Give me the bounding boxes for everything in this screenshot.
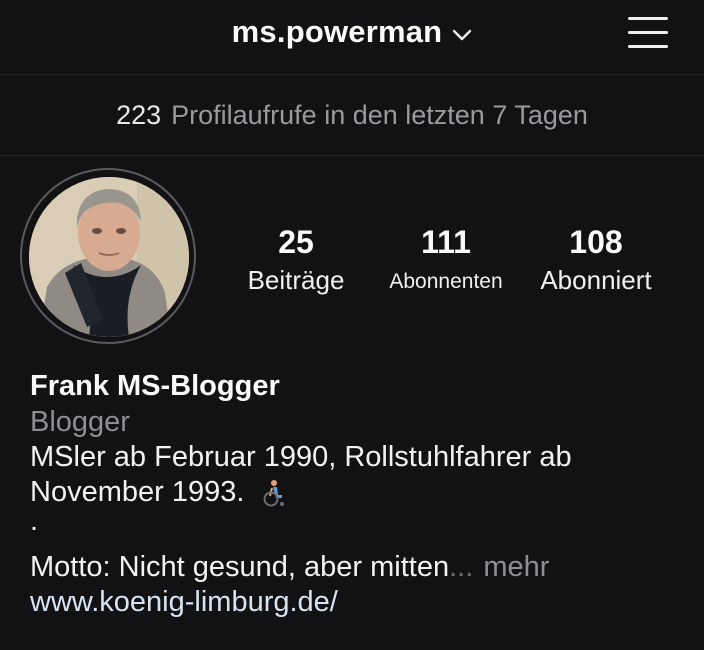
following-stat[interactable]: 108 Abonniert [528, 224, 664, 296]
bio-ellipsis: ... [449, 551, 474, 583]
display-name: Frank MS-Blogger [30, 370, 280, 402]
profile-category: Blogger [30, 406, 130, 438]
bio-dot: . [30, 505, 39, 537]
bio-text: MSler ab Februar 1990, Rollstuhlfahrer a… [30, 440, 690, 510]
hamburger-menu-icon[interactable] [628, 15, 670, 51]
posts-label: Beiträge [247, 265, 345, 295]
avatar[interactable] [29, 177, 189, 337]
following-count: 108 [569, 224, 623, 260]
chevron-down-icon[interactable] [452, 28, 472, 42]
followers-stat[interactable]: 111 Abonnenten [376, 224, 516, 294]
wheelchair-person-icon [263, 480, 285, 507]
following-label: Abonniert [540, 265, 652, 295]
account-switcher[interactable]: ms.powerman [0, 14, 704, 50]
website-link[interactable]: www.koenig-limburg.de/ [30, 585, 690, 620]
posts-count: 25 [278, 224, 314, 260]
followers-count: 111 [421, 224, 471, 260]
motto-text: Motto: Nicht gesund, aber mitten [30, 551, 450, 583]
username[interactable]: ms.powerman [232, 14, 443, 50]
profile-insights-banner[interactable]: 223 Profilaufrufe in den letzten 7 Tagen [0, 75, 704, 156]
bio-line-1: MSler ab Februar 1990, Rollstuhlfahrer a… [30, 441, 572, 473]
profile-bio: Frank MS-Blogger Blogger MSler ab Februa… [30, 368, 690, 620]
bio-line-2: November 1993. [30, 476, 245, 508]
followers-label: Abonnenten [389, 270, 503, 293]
more-link[interactable]: mehr [483, 551, 549, 583]
motto-line: Motto: Nicht gesund, aber mitten... mehr [30, 550, 690, 585]
top-bar: ms.powerman [0, 0, 704, 75]
posts-stat[interactable]: 25 Beiträge [246, 224, 346, 296]
profile-views-label: Profilaufrufe in den letzten 7 Tagen [171, 99, 588, 130]
profile-views-count: 223 [116, 99, 162, 130]
